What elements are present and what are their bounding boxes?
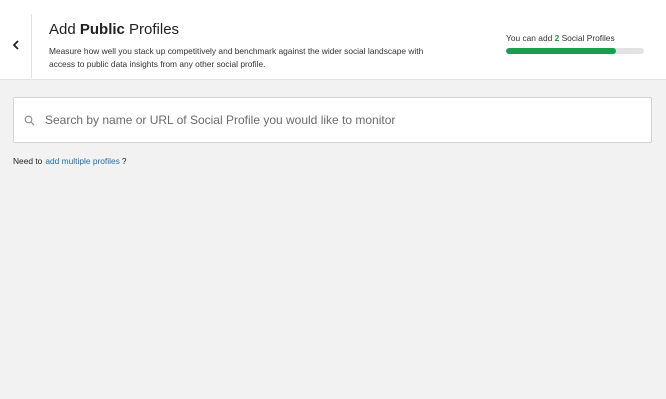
add-multiple-profiles-link[interactable]: add multiple profiles	[45, 156, 119, 166]
title-prefix: Add	[49, 21, 80, 38]
limit-suffix: Social Profiles	[559, 33, 615, 43]
multiple-profiles-prompt: Need to add multiple profiles?	[13, 156, 127, 166]
multi-prefix: Need to	[13, 156, 43, 166]
profile-limit-text: You can add 2 Social Profiles	[506, 33, 615, 43]
page-header: Add Public Profiles Measure how well you…	[0, 0, 666, 80]
page-title: Add Public Profiles	[49, 21, 179, 38]
search-input[interactable]	[45, 98, 651, 142]
profile-limit-progress	[506, 48, 644, 54]
multi-suffix: ?	[121, 156, 127, 166]
title-bold: Public	[79, 21, 125, 38]
title-suffix: Profiles	[124, 21, 180, 38]
chevron-left-icon	[12, 37, 20, 55]
limit-prefix: You can add	[506, 33, 555, 43]
page-description: Measure how well you stack up competitiv…	[49, 46, 424, 69]
search-box[interactable]	[13, 97, 652, 143]
search-icon	[24, 115, 35, 126]
progress-fill	[506, 48, 617, 54]
back-button[interactable]	[0, 14, 32, 78]
